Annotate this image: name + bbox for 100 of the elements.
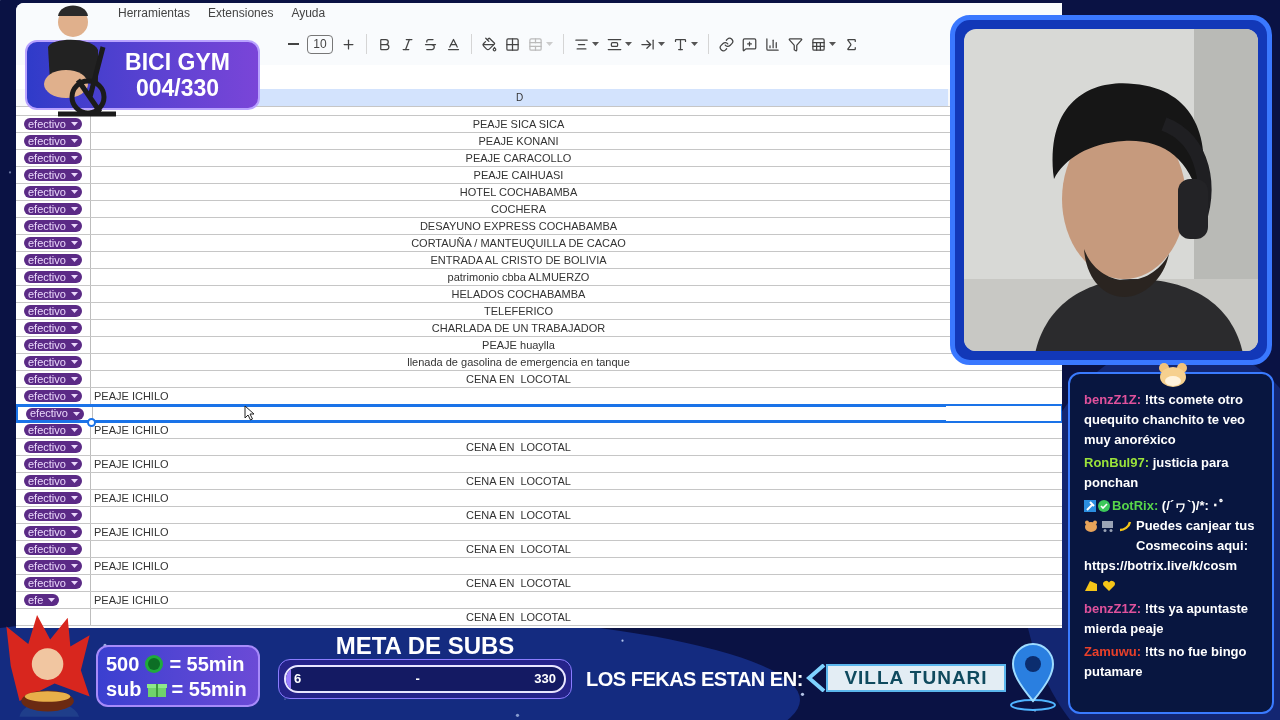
table-row[interactable]: efectivo PEAJE CARACOLLO xyxy=(16,150,946,166)
cart-emoji-icon xyxy=(1101,520,1115,532)
cursor-icon xyxy=(244,405,255,421)
cheese-emoji-icon xyxy=(1084,580,1098,592)
table-row[interactable]: efectivo TELEFERICO xyxy=(16,303,946,319)
menu-item[interactable]: Herramientas xyxy=(118,4,191,22)
chat-message: BotRix: (/´ヮ`)/*: ･ﾟ xyxy=(1112,497,1227,515)
table-row[interactable]: efectivo llenada de gasolina de emergencia en tanque xyxy=(16,354,946,370)
table-cell-text: PEAJE SICA SICA xyxy=(472,116,565,132)
payment-chip[interactable]: efectivo xyxy=(24,373,82,385)
payment-chip[interactable]: efe xyxy=(24,594,60,606)
gym-title: BICI GYM xyxy=(125,49,230,75)
table-row[interactable]: efectivo PEAJE ICHILO xyxy=(16,490,946,506)
chevron-icon xyxy=(806,664,826,692)
heart-emoji-icon xyxy=(1102,580,1116,592)
strikethrough-icon xyxy=(423,36,438,52)
table-cell-text: PEAJE CAIHUASI xyxy=(473,167,564,183)
payment-chip[interactable]: efectivo xyxy=(24,475,82,487)
column-header[interactable]: D xyxy=(515,90,524,105)
caret-icon xyxy=(70,564,78,568)
table-row[interactable]: efectivo CENA EN LOCOTAL xyxy=(16,507,946,523)
payment-chip[interactable]: efectivo xyxy=(24,424,82,436)
chat-message: benzZ1Z: !tts ya apuntaste mierda peaje xyxy=(1084,600,1249,638)
table-row[interactable]: efectivo PEAJE huaylla xyxy=(16,337,946,353)
hamster-icon xyxy=(1158,362,1188,388)
payment-chip[interactable]: efectivo xyxy=(24,169,82,181)
caret-icon xyxy=(70,173,78,177)
reward-rate: = 55min xyxy=(171,676,247,702)
payment-chip[interactable]: efectivo xyxy=(24,135,82,147)
hammer-badge-icon xyxy=(1084,500,1096,512)
table-row[interactable]: efectivo PEAJE ICHILO xyxy=(16,524,946,540)
table-row[interactable]: efectivo CENA EN LOCOTAL xyxy=(16,575,946,591)
menu-item[interactable]: Extensiones xyxy=(208,4,274,22)
caret-icon xyxy=(70,445,78,449)
table-row[interactable]: efectivo CHARLADA DE UN TRABAJADOR xyxy=(16,320,946,336)
filter-icon xyxy=(788,36,803,52)
payment-chip[interactable]: efectivo xyxy=(24,492,82,504)
bold-icon xyxy=(377,36,392,52)
text-color-icon xyxy=(446,36,461,52)
table-row[interactable]: efectivo PEAJE ICHILO xyxy=(16,456,946,472)
table-row[interactable]: efectivo PEAJE ICHILO xyxy=(16,558,946,574)
payment-chip[interactable]: efectivo xyxy=(24,441,82,453)
merge-cells-icon xyxy=(528,36,543,52)
table-row[interactable]: efectivo PEAJE KONANI xyxy=(16,133,946,149)
table-row[interactable]: efe PEAJE ICHILO xyxy=(16,592,946,608)
table-row[interactable]: efectivo CENA EN LOCOTAL xyxy=(16,473,946,489)
font-size-field[interactable]: 10 xyxy=(307,34,333,54)
table-row[interactable]: efectivo PEAJE ICHILO xyxy=(16,388,946,404)
table-cell-text: PEAJE ICHILO xyxy=(94,558,169,574)
payment-chip[interactable]: efectivo xyxy=(24,509,82,521)
payment-chip[interactable]: efectivo xyxy=(24,305,82,317)
caret-icon xyxy=(70,156,78,160)
table-row[interactable]: efectivo CENA EN LOCOTAL xyxy=(16,439,946,455)
table-row[interactable]: efectivo patrimonio cbba ALMUERZO xyxy=(16,269,946,285)
payment-chip[interactable]: efectivo xyxy=(24,288,82,300)
caret-icon xyxy=(70,513,78,517)
payment-chip[interactable]: efectivo xyxy=(24,271,82,283)
payment-chip[interactable]: efectivo xyxy=(24,220,82,232)
payment-chip[interactable]: efectivo xyxy=(24,186,82,198)
caret-icon xyxy=(70,581,78,585)
payment-chip[interactable]: efectivo xyxy=(24,560,82,572)
payment-chip[interactable]: efectivo xyxy=(24,458,82,470)
payment-chip[interactable]: efectivo xyxy=(24,390,82,402)
payment-chip[interactable]: efectivo xyxy=(24,356,82,368)
payment-chip[interactable]: efectivo xyxy=(24,577,82,589)
payment-chip[interactable]: efectivo xyxy=(24,203,82,215)
payment-chip[interactable]: efectivo xyxy=(24,322,82,334)
payment-chip[interactable]: efectivo xyxy=(24,543,82,555)
table-row[interactable]: efectivo PEAJE CAIHUASI xyxy=(16,167,946,183)
caret-icon xyxy=(625,42,632,46)
menu-item[interactable]: Ayuda xyxy=(291,4,326,22)
table-row[interactable]: efectivo PEAJE ICHILO xyxy=(16,422,946,438)
caret-icon xyxy=(70,462,78,466)
table-row[interactable]: efectivo CENA EN LOCOTAL xyxy=(16,371,946,387)
table-cell-text: PEAJE ICHILO xyxy=(94,456,169,472)
table-cell-text: TELEFERICO xyxy=(483,303,554,319)
table-row[interactable]: efectivo CORTAUÑA / MANTEUQUILLA DE CACAO xyxy=(16,235,946,251)
caret-icon xyxy=(546,42,553,46)
table-row[interactable]: efectivo CENA EN LOCOTAL xyxy=(16,541,946,557)
payment-chip[interactable]: efectivo xyxy=(24,152,82,164)
selection-handle[interactable] xyxy=(87,418,96,427)
payment-chip[interactable]: efectivo xyxy=(24,237,82,249)
table-row[interactable]: efectivo ENTRADA AL CRISTO DE BOLIVIA xyxy=(16,252,946,268)
hamster-emoji-icon xyxy=(1084,520,1098,532)
payment-chip[interactable]: efectivo xyxy=(26,407,84,420)
payment-chip[interactable]: efectivo xyxy=(24,339,82,351)
chat-link[interactable]: https://botrix.live/k/cosm xyxy=(1084,556,1238,576)
caret-icon xyxy=(70,547,78,551)
payment-chip[interactable]: efectivo xyxy=(24,254,82,266)
table-row[interactable]: efectivo HOTEL COCHABAMBA xyxy=(16,184,946,200)
text-icon xyxy=(673,36,688,52)
payment-chip[interactable]: efectivo xyxy=(24,526,82,538)
table-row[interactable]: efectivo xyxy=(16,405,946,422)
table-row[interactable]: efectivo COCHERA xyxy=(16,201,946,217)
table-row[interactable]: efectivo HELADOS COCHABAMBA xyxy=(16,286,946,302)
table-row[interactable]: efectivo PEAJE SICA SICA xyxy=(16,116,946,132)
table-row[interactable]: efectivo DESAYUNO EXPRESS COCHABAMBA xyxy=(16,218,946,234)
verified-badge-icon xyxy=(1098,500,1110,512)
payment-chip[interactable]: efectivo xyxy=(24,118,82,130)
caret-icon xyxy=(658,42,665,46)
